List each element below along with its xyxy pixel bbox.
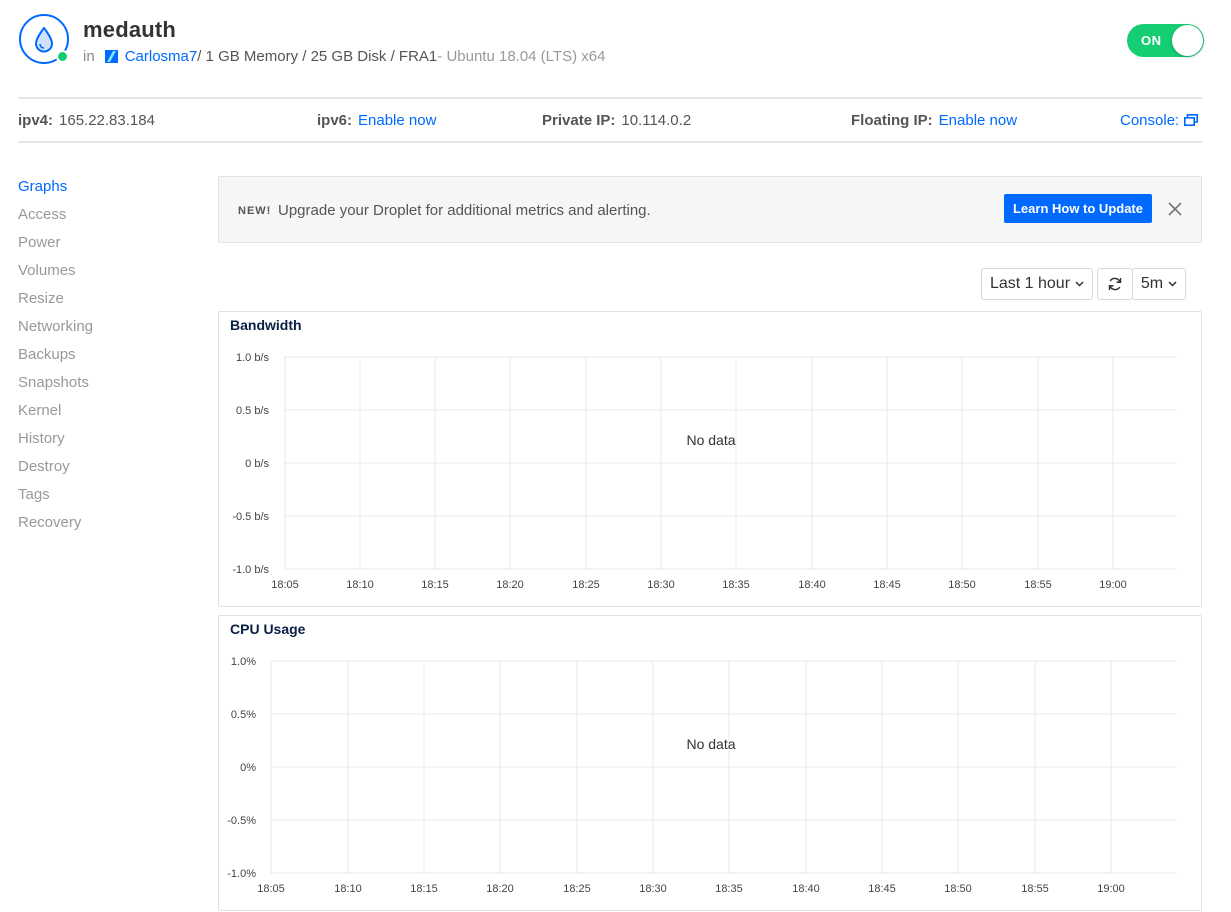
project-icon xyxy=(104,50,118,63)
x-tick-label: 18:20 xyxy=(486,883,514,895)
console-label[interactable]: Console: xyxy=(1120,112,1179,129)
sidebar-item-kernel[interactable]: Kernel xyxy=(18,401,198,429)
private-ip-value[interactable]: 10.114.0.2 xyxy=(621,112,691,129)
y-tick-label: 0% xyxy=(240,762,256,774)
sidebar-item-backups[interactable]: Backups xyxy=(18,345,198,373)
sidebar-item-history[interactable]: History xyxy=(18,429,198,457)
console-link[interactable]: Console: xyxy=(1120,112,1199,129)
droplet-specs: / 1 GB Memory / 25 GB Disk / FRA1 xyxy=(197,48,438,65)
ipv4-field: ipv4: 165.22.83.184 xyxy=(18,112,155,129)
sidebar-item-access[interactable]: Access xyxy=(18,205,198,233)
bandwidth-chart-plot: 1.0 b/s 0.5 b/s 0 b/s -0.5 b/s -1.0 b/s18:05… xyxy=(232,352,1177,591)
y-tick-label: -1.0 b/s xyxy=(232,564,269,576)
x-tick-label: 18:30 xyxy=(639,883,667,895)
ipv6-field: ipv6: Enable now xyxy=(317,112,436,129)
bandwidth-chart: Bandwidth 1.0 b/s 0.5 b/s 0 b/s -0.5 b/s -1.… xyxy=(218,311,1202,607)
time-range-value: Last 1 hour xyxy=(989,275,1071,292)
x-tick-label: 18:45 xyxy=(873,579,901,591)
sidebar-item-snapshots[interactable]: Snapshots xyxy=(18,373,198,401)
x-tick-label: 18:45 xyxy=(868,883,896,895)
sidebar-item-graphs[interactable]: Graphs xyxy=(18,177,198,205)
x-tick-label: 18:25 xyxy=(563,883,591,895)
refresh-icon xyxy=(1108,277,1122,291)
floating-ip-label: Floating IP: xyxy=(851,112,933,129)
x-tick-label: 19:00 xyxy=(1099,579,1127,591)
sidebar-item-resize[interactable]: Resize xyxy=(18,289,198,317)
y-tick-label: -0.5% xyxy=(227,815,256,827)
x-tick-label: 18:15 xyxy=(421,579,449,591)
droplet-os: - Ubuntu 18.04 (LTS) x64 xyxy=(437,48,606,65)
interval-select[interactable]: 5m xyxy=(1132,268,1186,300)
status-indicator xyxy=(56,50,69,63)
x-tick-label: 18:50 xyxy=(948,579,976,591)
sidebar-nav: Graphs Access Power Volumes Resize Networking… xyxy=(18,177,198,541)
project-link[interactable]: Carlosma7 xyxy=(125,48,198,65)
x-tick-label: 18:25 xyxy=(572,579,600,591)
x-tick-label: 18:35 xyxy=(715,883,743,895)
floating-ip-enable-link[interactable]: Enable now xyxy=(939,112,1017,129)
new-badge: NEW! xyxy=(238,205,272,217)
chevron-down-icon xyxy=(1075,281,1084,287)
ipv4-label: ipv4: xyxy=(18,112,54,129)
y-tick-label: 0.5% xyxy=(231,709,256,721)
y-tick-label: 1.0 b/s xyxy=(236,352,270,364)
cpu-usage-chart-plot: 1.0% 0.5% 0% -0.5% -1.0%18:05 18:10 18:15 18:20… xyxy=(227,656,1177,895)
refresh-button[interactable] xyxy=(1097,268,1133,300)
x-tick-label: 18:10 xyxy=(334,883,362,895)
y-tick-label: -0.5 b/s xyxy=(232,511,269,523)
droplet-name: medauth xyxy=(83,17,177,42)
x-tick-label: 18:10 xyxy=(346,579,374,591)
close-icon[interactable] xyxy=(1167,201,1183,217)
x-tick-label: 19:00 xyxy=(1097,883,1125,895)
sidebar-item-networking[interactable]: Networking xyxy=(18,317,198,345)
water-drop-icon xyxy=(34,27,54,53)
ipv6-enable-link[interactable]: Enable now xyxy=(358,112,436,129)
y-tick-label: 0.5 b/s xyxy=(236,405,270,417)
power-toggle-knob xyxy=(1172,25,1203,56)
x-tick-label: 18:15 xyxy=(410,883,438,895)
external-window-icon xyxy=(1184,114,1199,126)
sidebar-item-power[interactable]: Power xyxy=(18,233,198,261)
floating-ip-field: Floating IP: Enable now xyxy=(851,112,1017,129)
x-tick-label: 18:05 xyxy=(271,579,299,591)
y-tick-label: 0 b/s xyxy=(245,458,269,470)
x-tick-label: 18:35 xyxy=(722,579,750,591)
x-tick-label: 18:20 xyxy=(496,579,524,591)
cpu-usage-chart: CPU Usage 1.0% 0.5% 0% -0.5% -1.0% 18:05 18:10… xyxy=(218,615,1202,911)
learn-how-button[interactable]: Learn How to Update xyxy=(1004,194,1152,223)
x-tick-label: 18:40 xyxy=(798,579,826,591)
no-data-message: No data xyxy=(686,432,735,448)
ipv4-value[interactable]: 165.22.83.184 xyxy=(59,112,155,129)
chevron-down-icon xyxy=(1168,281,1177,287)
x-tick-label: 18:50 xyxy=(944,883,972,895)
droplet-subline: in Carlosma7 / 1 GB Memory / 25 GB Disk … xyxy=(83,48,605,65)
x-tick-label: 18:55 xyxy=(1024,579,1052,591)
ipv6-label: ipv6: xyxy=(317,112,353,129)
sidebar-item-destroy[interactable]: Destroy xyxy=(18,457,198,485)
x-tick-label: 18:30 xyxy=(647,579,675,591)
in-label: in xyxy=(83,48,95,65)
interval-value: 5m xyxy=(1140,275,1164,292)
banner-message: Upgrade your Droplet for additional metr… xyxy=(278,202,651,219)
sidebar-item-recovery[interactable]: Recovery xyxy=(18,513,198,541)
upgrade-banner: NEW! Upgrade your Droplet for additional… xyxy=(218,176,1202,243)
ip-bar: ipv4: 165.22.83.184 ipv6: Enable now Priva… xyxy=(18,97,1202,143)
sidebar-item-volumes[interactable]: Volumes xyxy=(18,261,198,289)
y-tick-label: -1.0% xyxy=(227,868,256,880)
private-ip-label: Private IP: xyxy=(542,112,616,129)
power-toggle-label: ON xyxy=(1141,33,1162,48)
x-tick-label: 18:05 xyxy=(257,883,285,895)
power-toggle[interactable]: ON xyxy=(1127,24,1204,57)
time-range-select[interactable]: Last 1 hour xyxy=(981,268,1093,300)
x-tick-label: 18:40 xyxy=(792,883,820,895)
y-tick-label: 1.0% xyxy=(231,656,256,668)
private-ip-field: Private IP: 10.114.0.2 xyxy=(542,112,691,129)
x-tick-label: 18:55 xyxy=(1021,883,1049,895)
no-data-message: No data xyxy=(686,736,735,752)
sidebar-item-tags[interactable]: Tags xyxy=(18,485,198,513)
